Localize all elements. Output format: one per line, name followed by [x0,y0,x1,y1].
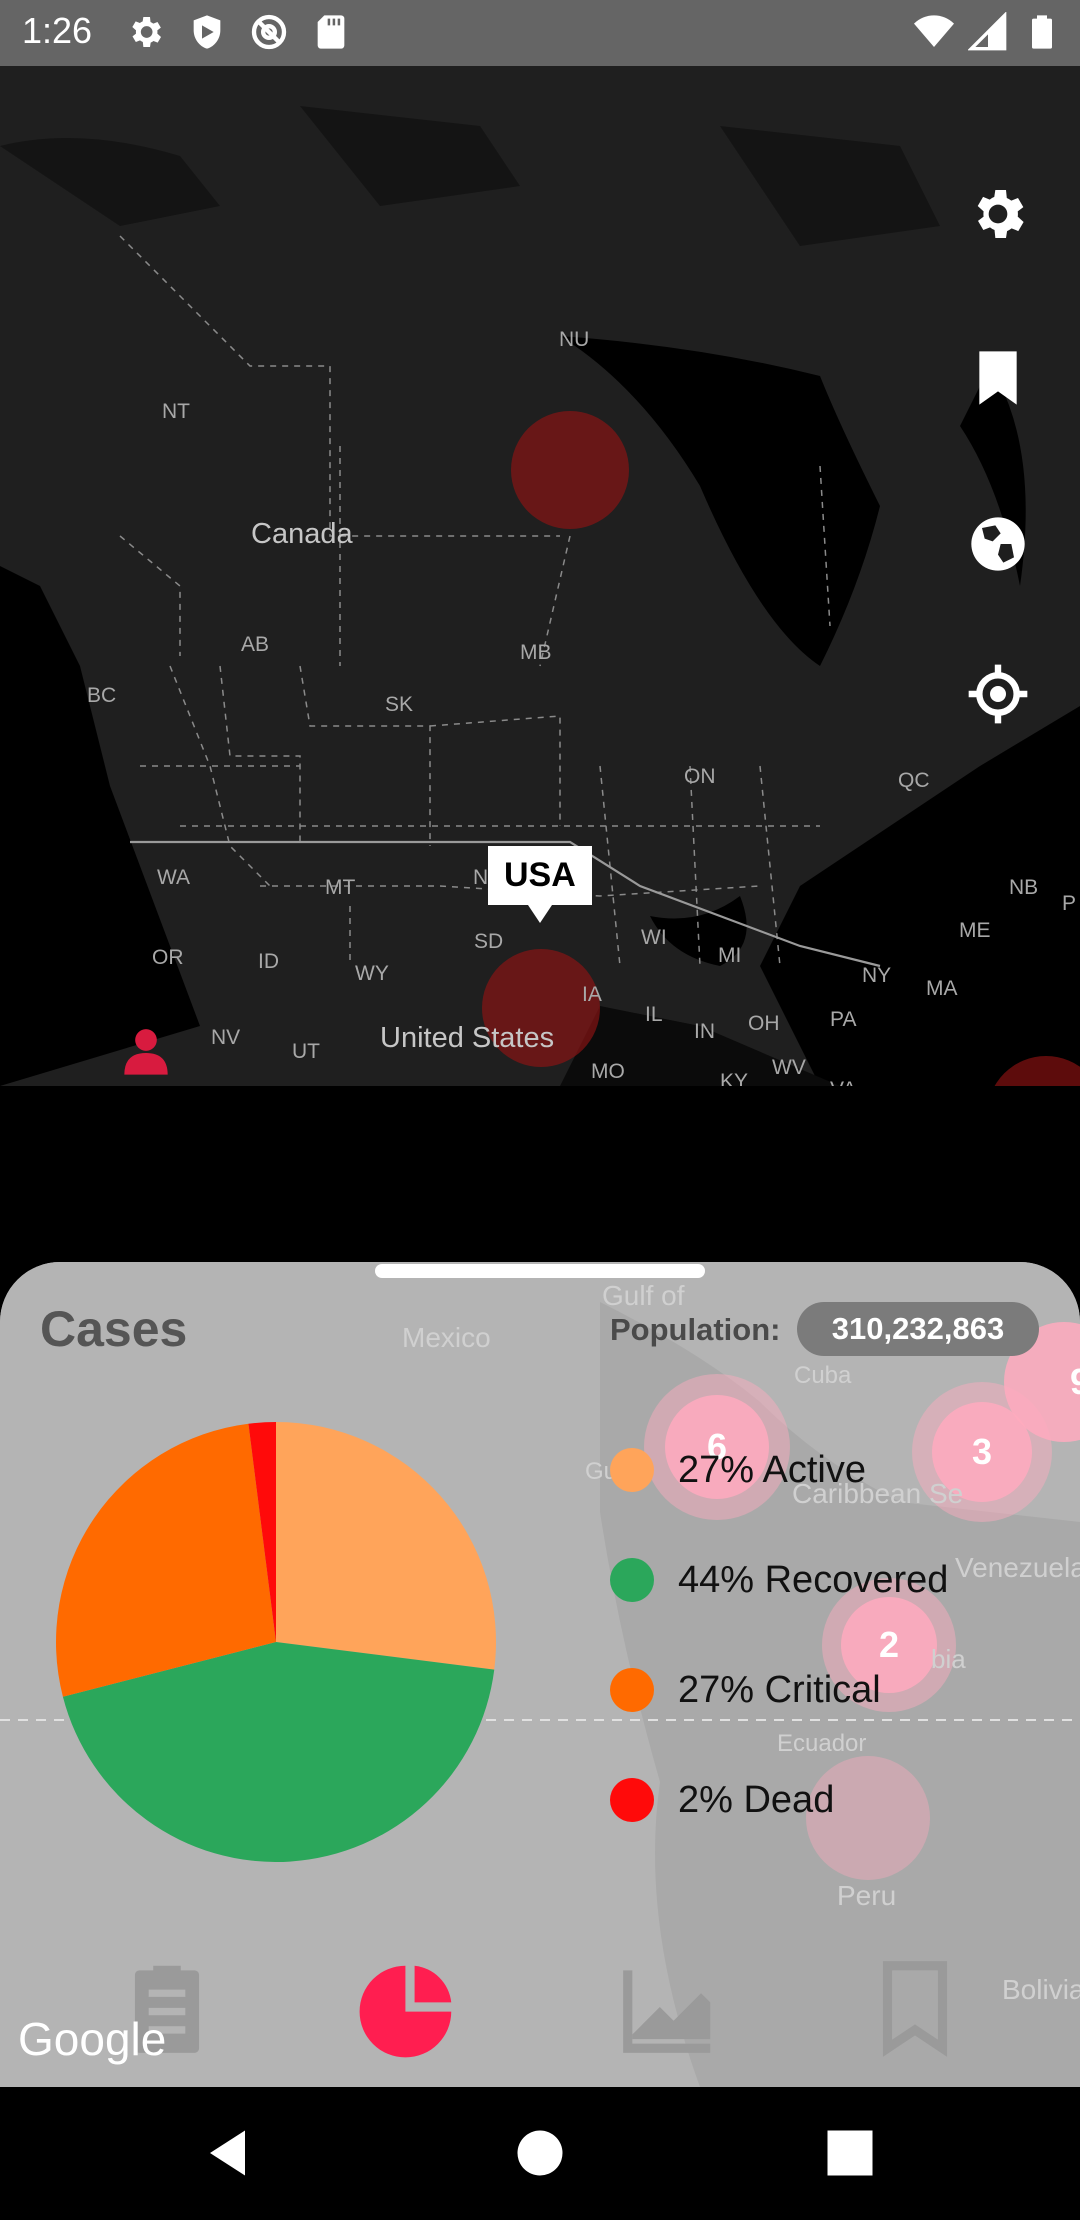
legend-item-critical: 27% Critical [610,1668,881,1712]
map-label: NV [211,1026,241,1049]
recents-icon[interactable] [820,2123,880,2183]
map-label: WV [772,1056,806,1079]
bottom-sheet[interactable]: 6 3 9 2 Gulf of Mexico Cuba Gu Caribbean… [0,1262,1080,2087]
map-label: SK [385,693,414,716]
population-badge: 310,232,863 [797,1302,1039,1356]
legend-dot [610,1668,654,1712]
map-label: Venezuela [955,1552,1080,1583]
map-label: WI [641,926,667,949]
map-label: N [473,866,489,889]
map-label: Mexico [402,1322,491,1353]
drag-handle[interactable] [375,1264,705,1278]
map-label: IA [582,983,602,1006]
legend-item-recovered: 44% Recovered [610,1558,948,1602]
home-icon[interactable] [510,2123,570,2183]
cluster-count: 3 [971,1431,993,1472]
legend-item-active: 27% Active [610,1448,866,1492]
status-bar: 1:26 [0,0,1080,66]
population-label: Population: [610,1312,781,1347]
legend-label: 27% Critical [678,1668,881,1711]
legend-label: 27% Active [678,1448,866,1491]
my-location-icon[interactable] [966,662,1030,726]
map-label: WA [157,866,191,889]
map-label: MO [591,1060,625,1083]
globe-icon[interactable] [966,512,1030,576]
status-time: 1:26 [22,10,93,51]
map-label: OR [152,946,184,969]
map-label: WY [355,962,389,985]
country-tooltip[interactable]: USA [488,846,592,923]
pie-chart [56,1422,496,1862]
map-label: NU [559,328,590,351]
map-label: Cuba [794,1362,852,1389]
sheet-title: Cases [40,1301,188,1357]
map-label: bia [931,1644,966,1674]
settings-icon[interactable] [966,182,1030,246]
wifi-icon [914,15,954,47]
population-value: 310,232,863 [831,1311,1005,1346]
map-label: P [1062,892,1077,915]
map-label: ME [959,919,991,942]
bookmark-icon[interactable] [966,346,1030,410]
pie-chart-svg [56,1422,496,1862]
cluster-count: 2 [878,1624,900,1665]
map-label: KY [720,1070,749,1086]
person-marker-icon[interactable] [120,1021,172,1085]
legend-dot [610,1448,654,1492]
shield-icon [193,15,221,49]
map-label: MT [325,876,356,899]
bookmark-icon[interactable] [860,1952,970,2062]
map-label: AB [241,633,270,656]
map-label: QC [898,769,930,792]
map-borders [0,66,1080,1086]
map-label: MA [926,977,958,1000]
sd-card-icon [317,15,345,49]
case-bubble[interactable] [511,411,629,529]
map-label: MI [718,944,742,967]
system-navigation-bar [0,2087,1080,2220]
map-label: NY [862,964,892,987]
map-label: Canada [251,518,353,550]
map-label: NT [162,400,190,423]
map-label: Ecuador [777,1730,867,1757]
map-label: Gulf of [602,1280,685,1311]
map-label: ON [684,765,716,788]
legend-label: 2% Dead [678,1778,835,1821]
map-label: OH [748,1012,780,1035]
signal-icon [968,12,1007,51]
pie-slice-active [276,1422,496,1670]
legend-dot [610,1778,654,1822]
google-attribution: Google [18,2013,167,2065]
map-label: United States [380,1022,555,1054]
map-label: IL [645,1003,663,1026]
legend-dot [610,1558,654,1602]
trend-chart-icon[interactable] [614,1952,724,2062]
map-label: ID [258,950,279,973]
map-label: BC [87,684,117,707]
map-view[interactable]: NU NT Canada AB BC SK MB ON QC NB P WA M… [0,66,1080,1086]
at-icon [251,14,287,50]
map-label: PA [830,1008,857,1031]
legend-item-dead: 2% Dead [610,1778,834,1822]
legend-label: 44% Recovered [678,1558,949,1601]
map-label: MB [520,641,552,664]
settings-icon [132,17,161,47]
pie-chart-icon[interactable] [355,1952,465,2062]
battery-icon [1032,15,1052,49]
map-label: SD [474,930,504,953]
map-label: VA [830,1078,856,1086]
map-label: UT [292,1040,320,1063]
back-icon[interactable] [200,2123,260,2183]
map-label: Peru [837,1880,897,1911]
map-label: IN [694,1020,715,1043]
map-label: NB [1009,876,1039,899]
cluster-count: 9 [1070,1361,1080,1403]
